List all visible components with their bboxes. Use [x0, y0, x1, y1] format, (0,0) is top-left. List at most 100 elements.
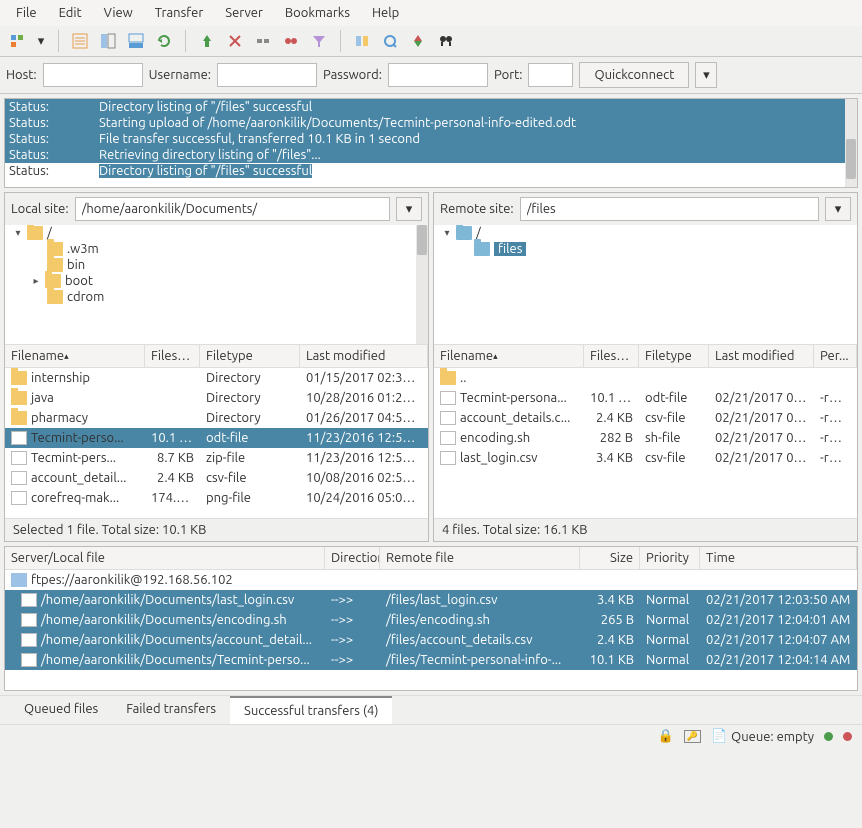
menu-server[interactable]: Server: [215, 2, 273, 24]
queue-row[interactable]: /home/aaronkilik/Documents/Tecmint-perso…: [5, 650, 857, 670]
tree-node[interactable]: cdrom: [67, 290, 104, 304]
col-filename[interactable]: Filename: [434, 345, 584, 367]
col-filesize[interactable]: Filesize: [584, 345, 639, 367]
log-msg: Directory listing of "/files" successful: [99, 100, 312, 114]
col-priority[interactable]: Priority: [640, 547, 700, 569]
tree-node[interactable]: files: [494, 242, 526, 256]
remote-status: 4 files. Total size: 16.1 KB: [434, 518, 857, 541]
host-input[interactable]: [43, 63, 143, 87]
log-label: Status:: [9, 116, 99, 130]
file-icon: [440, 411, 456, 425]
file-row[interactable]: corefreq-mak...174.3 KBpng-file10/24/201…: [5, 488, 428, 508]
cancel-icon[interactable]: [224, 30, 246, 52]
menu-file[interactable]: File: [6, 2, 47, 24]
password-input[interactable]: [388, 63, 488, 87]
file-row[interactable]: last_login.csv3.4 KBcsv-file02/21/2017 0…: [434, 448, 857, 468]
file-row[interactable]: Tecmint-persona...10.1 KBodt-file02/21/2…: [434, 388, 857, 408]
tab-queued[interactable]: Queued files: [10, 696, 112, 724]
file-row[interactable]: Tecmint-pers...8.7 KBzip-file11/23/2016 …: [5, 448, 428, 468]
compare-icon[interactable]: [351, 30, 373, 52]
encryption-icon: 🔑: [684, 730, 701, 743]
col-modified[interactable]: Last modified: [709, 345, 814, 367]
col-remote-file[interactable]: Remote file: [380, 547, 580, 569]
menu-view[interactable]: View: [94, 2, 143, 24]
refresh-icon[interactable]: [153, 30, 175, 52]
file-row[interactable]: internshipDirectory01/15/2017 02:35:...: [5, 368, 428, 388]
log-msg: Directory listing of "/files" successful: [99, 164, 312, 178]
menu-help[interactable]: Help: [362, 2, 409, 24]
menu-transfer[interactable]: Transfer: [145, 2, 214, 24]
site-manager-icon[interactable]: [6, 30, 28, 52]
message-log[interactable]: Status:Directory listing of "/files" suc…: [4, 98, 858, 188]
queue-row[interactable]: /home/aaronkilik/Documents/last_login.cs…: [5, 590, 857, 610]
dropdown-icon[interactable]: ▾: [34, 30, 48, 52]
scrollbar[interactable]: [416, 225, 428, 344]
search-remote-icon[interactable]: [435, 30, 457, 52]
tree-node[interactable]: bin: [67, 258, 85, 272]
folder-icon: [45, 274, 61, 288]
log-msg: Starting upload of /home/aaronkilik/Docu…: [99, 116, 576, 130]
tab-successful[interactable]: Successful transfers (4): [230, 696, 392, 724]
folder-icon: [11, 371, 27, 385]
toggle-log-icon[interactable]: [69, 30, 91, 52]
process-queue-icon[interactable]: [196, 30, 218, 52]
local-path-input[interactable]: [75, 197, 390, 221]
col-direction[interactable]: Direction: [325, 547, 380, 569]
statusbar: 🔒 🔑 📄Queue: empty: [0, 724, 862, 748]
disconnect-icon[interactable]: [252, 30, 274, 52]
sync-browse-icon[interactable]: [379, 30, 401, 52]
username-input[interactable]: [217, 63, 317, 87]
file-row[interactable]: javaDirectory10/28/2016 01:26:...: [5, 388, 428, 408]
queue-server-row[interactable]: ftpes://aaronkilik@192.168.56.102: [5, 570, 857, 590]
col-filename[interactable]: Filename: [5, 345, 145, 367]
auto-scroll-icon[interactable]: [407, 30, 429, 52]
local-pane: Local site: ▾ ▾/ .w3m bin ▸boot cdrom Fi…: [4, 192, 429, 542]
col-filesize[interactable]: Filesize: [145, 345, 200, 367]
menu-edit[interactable]: Edit: [49, 2, 92, 24]
tree-node[interactable]: boot: [65, 274, 93, 288]
col-modified[interactable]: Last modified: [300, 345, 428, 367]
local-file-list[interactable]: internshipDirectory01/15/2017 02:35:...j…: [5, 368, 428, 518]
menu-bookmarks[interactable]: Bookmarks: [275, 2, 360, 24]
file-row[interactable]: Tecmint-perso...10.1 KBodt-file11/23/201…: [5, 428, 428, 448]
tab-failed[interactable]: Failed transfers: [112, 696, 230, 724]
tree-node[interactable]: /: [47, 226, 52, 240]
col-time[interactable]: Time: [700, 547, 857, 569]
remote-file-list[interactable]: ..Tecmint-persona...10.1 KBodt-file02/21…: [434, 368, 857, 518]
file-row[interactable]: account_detail...2.4 KBcsv-file10/08/201…: [5, 468, 428, 488]
folder-icon: [474, 242, 490, 256]
col-filetype[interactable]: Filetype: [200, 345, 300, 367]
toggle-tree-icon[interactable]: [97, 30, 119, 52]
file-row[interactable]: encoding.sh282 Bsh-file02/21/2017 03...-…: [434, 428, 857, 448]
col-size[interactable]: Size: [580, 547, 640, 569]
quickconnect-button[interactable]: Quickconnect: [579, 62, 689, 88]
col-permissions[interactable]: Per...: [814, 345, 857, 367]
file-row[interactable]: pharmacyDirectory01/26/2017 04:58:...: [5, 408, 428, 428]
local-tree[interactable]: ▾/ .w3m bin ▸boot cdrom: [5, 225, 428, 345]
filter-icon[interactable]: [308, 30, 330, 52]
col-filetype[interactable]: Filetype: [639, 345, 709, 367]
queue-header: Server/Local file Direction Remote file …: [5, 547, 857, 570]
local-path-dropdown[interactable]: ▾: [396, 197, 422, 221]
port-input[interactable]: [528, 63, 573, 87]
reconnect-icon[interactable]: [280, 30, 302, 52]
remote-path-dropdown[interactable]: ▾: [825, 197, 851, 221]
activity-led-idle: [824, 732, 833, 741]
file-row[interactable]: ..: [434, 368, 857, 388]
password-label: Password:: [323, 68, 382, 82]
queue-body[interactable]: ftpes://aaronkilik@192.168.56.102/home/a…: [5, 570, 857, 690]
queue-row[interactable]: /home/aaronkilik/Documents/encoding.sh--…: [5, 610, 857, 630]
scrollbar[interactable]: [845, 99, 857, 187]
toggle-queue-icon[interactable]: [125, 30, 147, 52]
remote-tree[interactable]: ▾/ files: [434, 225, 857, 345]
tree-node[interactable]: .w3m: [67, 242, 99, 256]
col-server-file[interactable]: Server/Local file: [5, 547, 325, 569]
file-row[interactable]: account_details.c...2.4 KBcsv-file02/21/…: [434, 408, 857, 428]
quickconnect-history-dropdown[interactable]: ▾: [695, 62, 717, 88]
queue-row[interactable]: /home/aaronkilik/Documents/account_detai…: [5, 630, 857, 650]
queue-status: Queue: empty: [731, 730, 814, 744]
remote-path-input[interactable]: [520, 197, 819, 221]
file-icon: [11, 451, 27, 465]
tree-node[interactable]: /: [476, 226, 481, 240]
folder-icon: [11, 391, 27, 405]
